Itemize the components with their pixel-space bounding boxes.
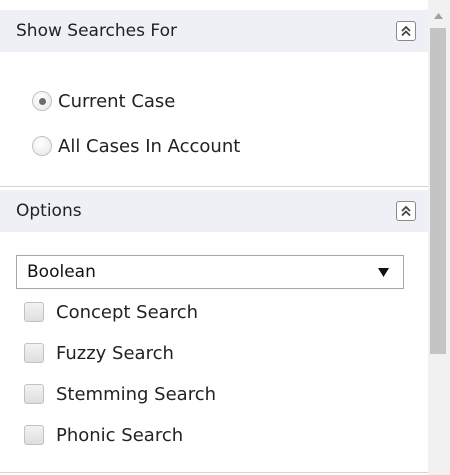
phonic-search-label: Phonic Search — [56, 424, 184, 446]
concept-search-checkbox[interactable] — [24, 302, 44, 322]
search-options-panel: Show Searches For Current Case All Cases… — [0, 0, 428, 475]
phonic-search-checkbox[interactable] — [24, 425, 44, 445]
radio-all-cases-label: All Cases In Account — [58, 135, 241, 157]
double-chevron-up-icon — [401, 25, 411, 37]
collapse-options-button[interactable] — [396, 201, 416, 221]
scrollbar-thumb[interactable] — [430, 28, 446, 354]
stemming-search-checkbox[interactable] — [24, 384, 44, 404]
search-type-select[interactable]: Boolean — [16, 255, 404, 289]
radio-all-cases-row[interactable]: All Cases In Account — [32, 131, 240, 161]
radio-current-case-row[interactable]: Current Case — [32, 86, 175, 116]
fuzzy-search-row[interactable]: Fuzzy Search — [24, 339, 174, 367]
stemming-search-row[interactable]: Stemming Search — [24, 380, 216, 408]
scroll-up-arrow-icon — [434, 13, 443, 19]
vertical-scrollbar[interactable] — [428, 0, 450, 475]
stemming-search-label: Stemming Search — [56, 383, 217, 405]
scroll-up-button[interactable] — [428, 8, 450, 26]
radio-all-cases[interactable] — [32, 136, 52, 156]
double-chevron-up-icon — [401, 205, 411, 217]
concept-search-label: Concept Search — [56, 301, 199, 323]
options-header[interactable]: Options — [0, 190, 428, 232]
radio-current-case-label: Current Case — [58, 90, 176, 112]
show-searches-header[interactable]: Show Searches For — [0, 10, 428, 52]
collapse-show-searches-button[interactable] — [396, 21, 416, 41]
options-title: Options — [16, 201, 82, 221]
show-searches-title: Show Searches For — [16, 21, 177, 41]
section-divider — [0, 186, 428, 187]
search-type-value: Boolean — [27, 262, 96, 282]
phonic-search-row[interactable]: Phonic Search — [24, 421, 183, 449]
radio-current-case[interactable] — [32, 91, 52, 111]
panel-bottom-border — [0, 472, 428, 473]
concept-search-row[interactable]: Concept Search — [24, 298, 198, 326]
triangle-down-icon — [378, 268, 389, 277]
fuzzy-search-label: Fuzzy Search — [56, 342, 174, 364]
fuzzy-search-checkbox[interactable] — [24, 343, 44, 363]
